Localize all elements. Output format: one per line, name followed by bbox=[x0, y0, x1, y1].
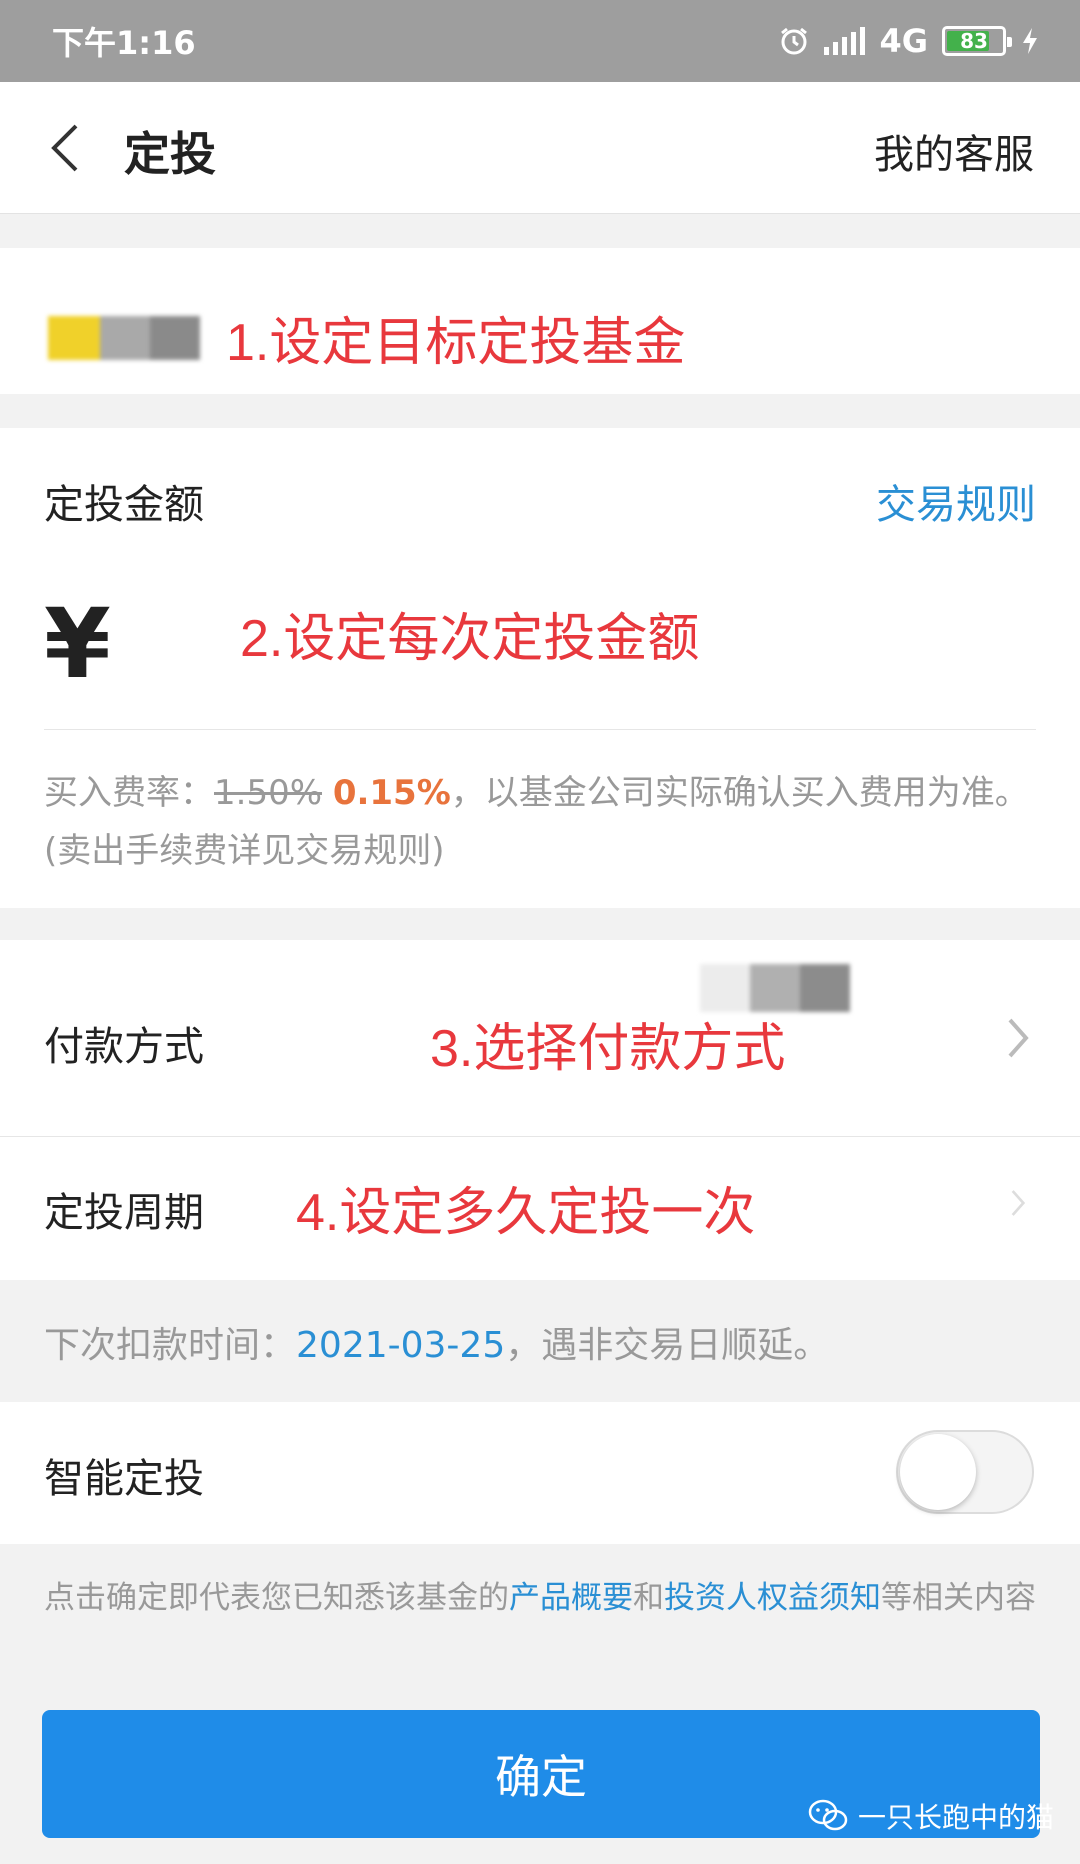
customer-service-link[interactable]: 我的客服 bbox=[874, 122, 1034, 180]
page-title: 定投 bbox=[124, 127, 216, 181]
disclaimer-text: 点击确定即代表您已知悉该基金的产品概要和投资人权益须知等相关内容 bbox=[44, 1572, 1040, 1624]
amount-divider bbox=[44, 729, 1036, 730]
amount-label: 定投金额 bbox=[44, 482, 204, 528]
step4-annotation: 4.设定多久定投一次 bbox=[296, 1184, 756, 1242]
fee-rate-text: 买入费率：1.50% 0.15%，以基金公司实际确认买入费用为准。(卖出手续费详… bbox=[44, 764, 1036, 880]
redacted-payment-info bbox=[700, 964, 850, 1012]
disclaimer-prefix: 点击确定即代表您已知悉该基金的 bbox=[44, 1580, 509, 1616]
status-icons: 4G 83 bbox=[778, 22, 1040, 60]
next-debit-date: 2021-03-25 bbox=[296, 1325, 506, 1366]
back-arrow-icon[interactable] bbox=[44, 120, 92, 176]
signal-icon bbox=[824, 27, 866, 55]
wechat-icon bbox=[808, 1799, 848, 1831]
fund-select-row[interactable]: 1.设定目标定投基金 bbox=[0, 248, 1080, 394]
smart-invest-toggle[interactable] bbox=[896, 1430, 1034, 1514]
next-debit-suffix: ，遇非交易日顺延。 bbox=[505, 1325, 830, 1366]
product-summary-link[interactable]: 产品概要 bbox=[509, 1580, 633, 1616]
next-debit-text: 下次扣款时间：2021-03-25，遇非交易日顺延。 bbox=[44, 1316, 829, 1368]
chevron-right-icon bbox=[1011, 1190, 1026, 1216]
step2-annotation: 2.设定每次定投金额 bbox=[240, 610, 700, 668]
battery-icon: 83 bbox=[942, 26, 1012, 56]
payment-method-label: 付款方式 bbox=[44, 1024, 204, 1070]
step1-annotation: 1.设定目标定投基金 bbox=[226, 314, 686, 372]
payment-section: 付款方式 3.选择付款方式 定投周期 4.设定多久定投一次 bbox=[0, 940, 1080, 1280]
payment-method-row[interactable]: 付款方式 3.选择付款方式 bbox=[0, 940, 1080, 1136]
disclaimer-suffix: 等相关内容 bbox=[881, 1580, 1036, 1616]
network-label: 4G bbox=[879, 22, 928, 60]
toggle-knob bbox=[900, 1434, 976, 1510]
smart-invest-label: 智能定投 bbox=[44, 1456, 204, 1502]
amount-section: 定投金额 交易规则 ¥ 2.设定每次定投金额 买入费率：1.50% 0.15%，… bbox=[0, 428, 1080, 908]
status-bar: 下午1:16 4G 83 bbox=[0, 0, 1080, 82]
period-row[interactable]: 定投周期 4.设定多久定投一次 bbox=[0, 1136, 1080, 1280]
charging-icon bbox=[1023, 28, 1037, 54]
trade-rules-link[interactable]: 交易规则 bbox=[876, 472, 1036, 530]
fee-new: 0.15% bbox=[332, 773, 451, 813]
watermark-text: 一只长跑中的猫 bbox=[858, 1801, 1055, 1834]
next-debit-prefix: 下次扣款时间： bbox=[44, 1325, 297, 1366]
redacted-fund-name bbox=[48, 316, 200, 360]
currency-symbol: ¥ bbox=[44, 588, 111, 700]
step3-annotation: 3.选择付款方式 bbox=[430, 1020, 786, 1078]
watermark: 一只长跑中的猫 bbox=[808, 1796, 1054, 1836]
chevron-right-icon bbox=[1008, 1018, 1029, 1058]
status-time: 下午1:16 bbox=[52, 24, 196, 62]
fee-old: 1.50% bbox=[214, 773, 323, 813]
battery-level: 83 bbox=[960, 29, 988, 53]
disclaimer-mid: 和 bbox=[633, 1580, 664, 1616]
alarm-icon bbox=[781, 27, 808, 55]
nav-header: 定投 我的客服 bbox=[0, 82, 1080, 214]
investor-rights-link[interactable]: 投资人权益须知 bbox=[664, 1580, 881, 1616]
fee-prefix: 买入费率： bbox=[44, 773, 214, 813]
period-label: 定投周期 bbox=[44, 1190, 204, 1236]
smart-invest-row: 智能定投 bbox=[0, 1402, 1080, 1544]
